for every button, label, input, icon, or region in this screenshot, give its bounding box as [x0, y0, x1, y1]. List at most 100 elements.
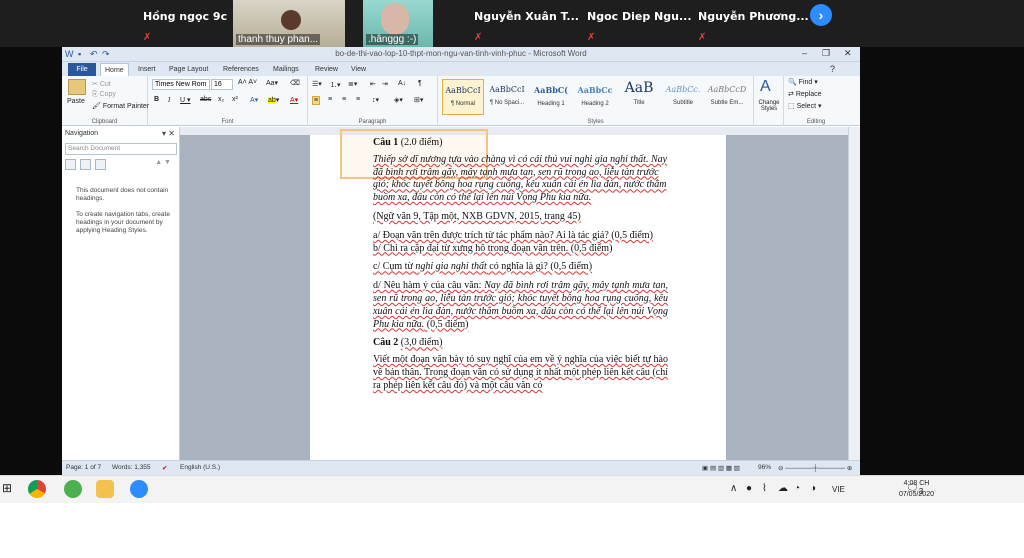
increase-indent-button[interactable]: ⇥: [382, 80, 388, 88]
qd-post: (0,5 điểm): [424, 318, 469, 330]
network-icon[interactable]: ⌇: [762, 483, 767, 494]
zoom-slider[interactable]: ⊖ ──────┼────── ⊕: [778, 464, 852, 472]
cut-button[interactable]: ✂ Cut: [92, 80, 111, 88]
line-spacing-button[interactable]: ↕▾: [372, 96, 379, 104]
nav-arrows-icon[interactable]: ▲ ▼: [155, 159, 171, 166]
cloud-icon[interactable]: ☁: [778, 483, 788, 494]
font-color-button[interactable]: A▾: [290, 96, 298, 104]
copy-button[interactable]: ⎘ Copy: [92, 91, 116, 99]
align-left-button[interactable]: ≡: [312, 96, 321, 105]
input-language[interactable]: VIE: [832, 485, 845, 494]
participant-name: Nguyễn Xuân T...: [474, 10, 579, 23]
format-painter-button[interactable]: 🖌 Format Painter: [92, 102, 149, 110]
results-view-tab[interactable]: [95, 159, 106, 170]
text-effects-button[interactable]: A▾: [250, 96, 258, 104]
notification-icon[interactable]: 🗨3: [906, 483, 923, 496]
decrease-indent-button[interactable]: ⇤: [370, 80, 376, 88]
style-no-spacing[interactable]: AaBbCcI ¶ No Spaci...: [486, 79, 528, 115]
search-document-input[interactable]: Search Document: [65, 143, 177, 155]
tab-references[interactable]: References: [219, 63, 263, 76]
view-buttons[interactable]: ▣ ▤ ▥ ▦ ▧: [702, 464, 740, 472]
change-styles-button[interactable]: Change Styles: [754, 100, 784, 112]
minimize-icon[interactable]: –: [802, 48, 807, 58]
tab-insert[interactable]: Insert: [134, 63, 160, 76]
word-count[interactable]: Words: 1,355: [112, 464, 151, 471]
strikethrough-button[interactable]: abc: [200, 96, 211, 103]
navigation-pane: Navigation ▾ ✕ Search Document ▲ ▼ This …: [62, 127, 180, 460]
font-group: Times New Rom 16 A˄ A˅ Aa▾ ⌫ B I U ▾ abc…: [148, 76, 308, 126]
align-center-button[interactable]: ≡: [328, 96, 332, 103]
justify-button[interactable]: ≡: [356, 96, 360, 103]
group-label: Clipboard: [91, 119, 118, 125]
italic-button[interactable]: I: [168, 96, 170, 104]
document-body[interactable]: Câu 1 (2.0 điểm) Thiếp sở dĩ nương tựa v…: [373, 135, 668, 393]
shading-button[interactable]: ◈▾: [394, 96, 403, 104]
highlight-button[interactable]: ab▾: [268, 96, 279, 104]
tab-mailings[interactable]: Mailings: [269, 63, 303, 76]
bold-button[interactable]: B: [154, 96, 159, 103]
find-button[interactable]: 🔍 Find ▾: [788, 78, 818, 86]
zoom-app-icon[interactable]: [130, 480, 148, 498]
headings-view-tab[interactable]: [65, 159, 76, 170]
proofing-icon[interactable]: ✔: [162, 464, 167, 472]
multilevel-button[interactable]: ≣▾: [348, 80, 357, 88]
paste-button[interactable]: Paste: [67, 98, 85, 105]
change-styles-group: A Change Styles: [754, 76, 784, 126]
close-icon[interactable]: ✕: [844, 48, 852, 59]
volume-icon[interactable]: ◑: [810, 483, 816, 494]
select-button[interactable]: ⬚ Select ▾: [788, 102, 822, 110]
help-icon[interactable]: ?: [830, 64, 835, 74]
superscript-button[interactable]: x²: [232, 96, 238, 103]
borders-button[interactable]: ⊞▾: [414, 96, 423, 104]
pages-view-tab[interactable]: [80, 159, 91, 170]
participant-video[interactable]: thanh thuy phan...: [233, 0, 345, 47]
sort-button[interactable]: A↓: [398, 80, 406, 87]
tab-page-layout[interactable]: Page Layout: [165, 63, 212, 76]
app-icon[interactable]: [64, 480, 82, 498]
show-marks-button[interactable]: ¶: [418, 80, 422, 87]
style-heading-1[interactable]: AaBbC(Heading 1: [530, 79, 572, 115]
numbering-button[interactable]: ⒈▾: [330, 80, 341, 90]
chrome-icon[interactable]: [28, 480, 46, 498]
align-right-button[interactable]: ≡: [342, 96, 346, 103]
clear-format-button[interactable]: ⌫: [290, 79, 300, 87]
subscript-button[interactable]: x₂: [218, 96, 224, 103]
file-explorer-icon[interactable]: [96, 480, 114, 498]
tab-view[interactable]: View: [347, 63, 370, 76]
tab-file[interactable]: File: [68, 63, 96, 76]
next-page-button[interactable]: ›: [810, 4, 832, 26]
tab-home[interactable]: Home: [100, 63, 129, 76]
style-subtle-emphasis[interactable]: AaBbCcD Subtle Em...: [706, 79, 748, 115]
change-case-button[interactable]: Aa▾: [266, 79, 278, 87]
style-normal[interactable]: AaBbCcI ¶ Normal: [442, 79, 484, 115]
replace-button[interactable]: ⇄ Replace: [788, 90, 822, 98]
tab-review[interactable]: Review: [311, 63, 342, 76]
page-count[interactable]: Page: 1 of 7: [66, 464, 101, 471]
document-page[interactable]: Câu 1 (2.0 điểm) Thiếp sở dĩ nương tựa v…: [310, 129, 726, 460]
bullets-button[interactable]: ☰▾: [312, 80, 322, 88]
close-pane-icon[interactable]: ▾ ✕: [162, 129, 175, 138]
cut-label: Cut: [99, 81, 111, 88]
vertical-scrollbar[interactable]: [848, 127, 860, 460]
restore-icon[interactable]: ❐: [822, 48, 830, 59]
style-subtitle[interactable]: AaBbCc. Subtitle: [662, 79, 704, 115]
underline-button[interactable]: U ▾: [180, 96, 191, 104]
participant-video[interactable]: .hânggg :-): [363, 0, 433, 47]
participant-name: .hânggg :-): [366, 34, 419, 45]
microphone-icon[interactable]: ●: [746, 483, 752, 494]
style-heading-2[interactable]: AaBbCc Heading 2: [574, 79, 616, 115]
font-name-select[interactable]: Times New Rom: [152, 79, 210, 90]
zoom-level[interactable]: 96%: [758, 464, 771, 471]
q1-points: (2.0 điểm): [400, 137, 443, 148]
style-title[interactable]: AaB Title: [618, 79, 660, 115]
language[interactable]: English (U.S.): [180, 464, 220, 471]
chevron-up-icon[interactable]: ∧: [730, 483, 737, 494]
question-c: c/ Cụm từ nghi gia nghi thất có nghĩa là…: [373, 261, 668, 274]
font-size-select[interactable]: 16: [211, 79, 233, 90]
muted-mic-icon: ✗: [587, 32, 596, 43]
start-icon[interactable]: ⊞: [2, 481, 12, 495]
grow-font-button[interactable]: A˄ A˅: [238, 79, 257, 86]
wifi-icon[interactable]: ◔: [794, 483, 800, 494]
q2-title: Câu 2: [373, 337, 399, 349]
screen-share-border-right: [860, 47, 1024, 475]
